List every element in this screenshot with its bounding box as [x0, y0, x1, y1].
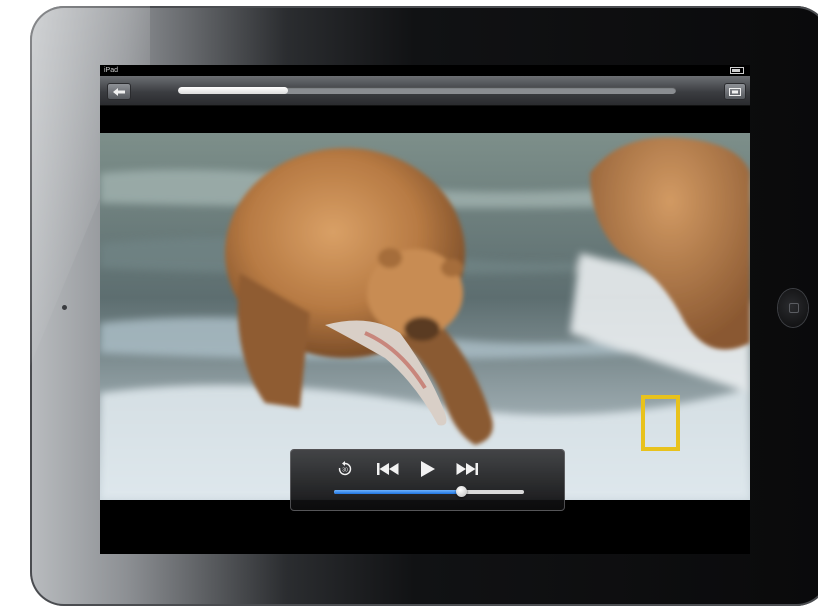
screenshot-stage: iPad 30 [0, 0, 818, 611]
home-button-icon[interactable] [778, 289, 808, 327]
previous-track-icon [377, 463, 399, 475]
next-track-icon [456, 463, 478, 475]
status-bar: iPad [100, 65, 750, 76]
play-button[interactable] [414, 459, 440, 479]
svg-text:30: 30 [342, 468, 348, 474]
scrubber-track[interactable] [178, 87, 676, 94]
status-battery [728, 65, 744, 76]
volume-fill [334, 490, 462, 494]
status-carrier: iPad [104, 67, 119, 74]
bear-fishing-scene [100, 133, 750, 500]
rewind-30-button[interactable]: 30 [332, 459, 358, 479]
back-icon [113, 87, 125, 96]
aspect-ratio-icon [729, 83, 741, 101]
battery-icon [730, 66, 744, 74]
scrubber-progress [178, 87, 288, 94]
volume-slider[interactable] [334, 486, 524, 497]
camera-dot [62, 305, 67, 310]
play-icon [419, 461, 435, 477]
next-track-button[interactable] [454, 459, 480, 479]
video-frame[interactable] [100, 133, 750, 500]
aspect-ratio-button[interactable] [724, 83, 746, 100]
back-button[interactable] [107, 83, 131, 100]
rewind-30-icon: 30 [337, 461, 353, 477]
volume-thumb[interactable] [456, 486, 468, 497]
scrub-bar [100, 76, 750, 106]
playback-controls: 30 [290, 449, 565, 511]
previous-track-button[interactable] [375, 459, 401, 479]
tablet-screen: iPad 30 [100, 65, 750, 554]
